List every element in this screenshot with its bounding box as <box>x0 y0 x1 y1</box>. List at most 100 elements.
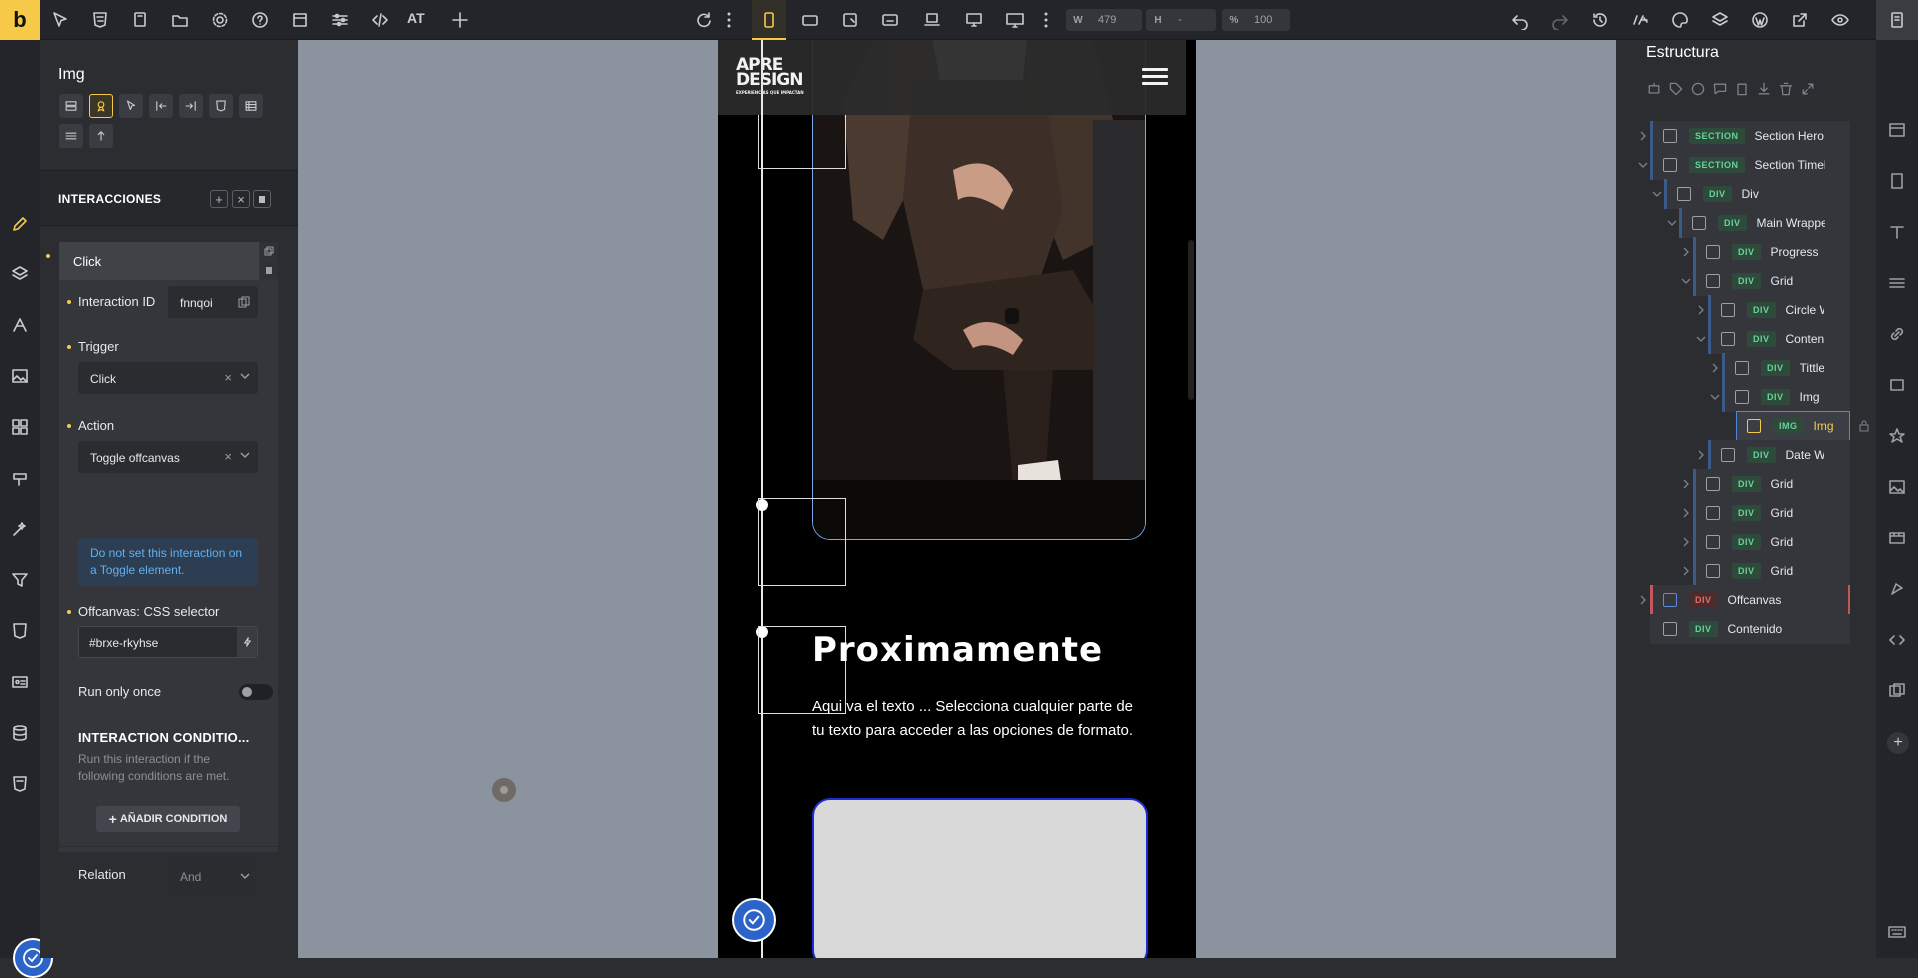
filter-icon[interactable] <box>8 568 32 592</box>
image-placeholder[interactable] <box>812 798 1148 958</box>
structure-node-offcanvas[interactable]: DIV Offcanvas <box>1650 585 1850 615</box>
refresh-icon[interactable] <box>694 10 714 30</box>
sliders-icon[interactable] <box>330 10 350 30</box>
structure-node-grid-4[interactable]: DIV Grid <box>1693 527 1850 557</box>
structure-node-section-timeline[interactable]: SECTION Section Timeline <box>1650 150 1850 180</box>
structure-node-main-wrapper[interactable]: DIV Main Wrapper <box>1679 208 1850 238</box>
chevron-right-icon[interactable] <box>1681 247 1691 257</box>
chevron-down-icon[interactable] <box>1638 160 1648 170</box>
zoom-field[interactable]: % 100 <box>1222 9 1290 31</box>
help-icon[interactable] <box>250 10 270 30</box>
chevron-down-icon[interactable] <box>1652 189 1662 199</box>
clear-icon[interactable]: × <box>224 449 232 464</box>
more-devices-icon[interactable] <box>1041 10 1051 30</box>
css-tab-icon[interactable] <box>209 94 233 118</box>
structure-node-circle-wrapper[interactable]: DIV Circle Wrapper <box>1708 295 1850 325</box>
interactions-tab-icon[interactable] <box>89 94 113 118</box>
settings-icon[interactable] <box>210 10 230 30</box>
copy-icon[interactable] <box>238 296 250 308</box>
section-heading[interactable]: Proximamente <box>812 630 1103 670</box>
run-once-toggle[interactable] <box>239 684 273 700</box>
structure-node-date-wrapper[interactable]: DIV Date Wrapper <box>1708 440 1850 470</box>
tag-icon[interactable] <box>1668 81 1684 97</box>
desktop-icon[interactable] <box>964 10 984 30</box>
preview-scroll-thumb[interactable] <box>1188 240 1194 400</box>
trash-icon[interactable] <box>253 190 271 208</box>
css-icon[interactable] <box>8 619 32 643</box>
database-icon[interactable] <box>8 721 32 745</box>
undo-icon[interactable] <box>1510 10 1530 30</box>
height-field[interactable]: H - <box>1146 9 1216 31</box>
link-element-icon[interactable] <box>1887 324 1907 344</box>
image-element-icon[interactable] <box>1887 477 1907 497</box>
text-element-icon[interactable] <box>1887 222 1907 242</box>
clipboard-icon[interactable] <box>1734 81 1750 97</box>
structure-node-progress[interactable]: DIV Progress <box>1693 237 1850 267</box>
interaction-name[interactable]: Click <box>59 242 259 280</box>
layers-icon[interactable] <box>1710 10 1730 30</box>
structure-node-content[interactable]: DIV Content <box>1708 324 1850 354</box>
action-select[interactable]: Toggle offcanvas × <box>78 441 258 473</box>
section-element-icon[interactable] <box>1887 120 1907 140</box>
align-left-icon[interactable] <box>149 94 173 118</box>
more-vertical-icon[interactable] <box>724 10 734 30</box>
structure-node-tittle[interactable]: DIV Tittle <box>1722 353 1850 383</box>
magic-wand-icon[interactable] <box>8 517 32 541</box>
paragraph-element-icon[interactable] <box>1887 273 1907 293</box>
chevron-right-icon[interactable] <box>1681 566 1691 576</box>
circle-wrapper-outline[interactable] <box>758 498 846 586</box>
structure-node-grid-3[interactable]: DIV Grid <box>1693 498 1850 528</box>
pages-icon[interactable] <box>130 10 150 30</box>
delete-interaction-icon[interactable] <box>260 261 278 279</box>
structure-node-img-selected[interactable]: IMG Img <box>1736 411 1850 441</box>
controls-tab-icon[interactable] <box>59 124 83 148</box>
accessibility-widget-icon[interactable] <box>732 898 776 942</box>
keyboard-icon[interactable] <box>1887 922 1907 942</box>
palette-icon[interactable] <box>1670 10 1690 30</box>
button-element-icon[interactable] <box>1887 375 1907 395</box>
bricks-logo[interactable]: b <box>0 0 40 40</box>
add-icon[interactable] <box>450 10 470 30</box>
help-circle-icon[interactable] <box>1690 81 1706 97</box>
edit-pencil-icon[interactable] <box>8 212 32 236</box>
mobile-portrait-icon[interactable] <box>759 10 779 30</box>
structure-node-contenido[interactable]: DIV Contenido <box>1650 614 1850 644</box>
comment-icon[interactable] <box>1712 81 1728 97</box>
contact-card-icon[interactable] <box>8 670 32 694</box>
selector-input[interactable]: #brxe-rkyhse <box>78 626 258 658</box>
image-icon[interactable] <box>8 364 32 388</box>
dynamic-data-icon[interactable] <box>237 627 257 657</box>
chevron-down-icon[interactable] <box>1667 218 1677 228</box>
brush-icon[interactable] <box>8 466 32 490</box>
robot-icon[interactable] <box>1646 81 1662 97</box>
expand-icon[interactable] <box>1800 81 1816 97</box>
layout-tab-icon[interactable] <box>59 94 83 118</box>
save-icon[interactable] <box>1887 10 1907 30</box>
cursor-icon[interactable] <box>50 10 70 30</box>
lock-icon[interactable] <box>1858 420 1870 432</box>
download-icon[interactable] <box>1756 81 1772 97</box>
chevron-right-icon[interactable] <box>1681 537 1691 547</box>
components-icon[interactable] <box>1887 681 1907 701</box>
chevron-right-icon[interactable] <box>1696 450 1706 460</box>
section-text[interactable]: Aqui va el texto ... Selecciona cualquie… <box>812 695 1142 743</box>
pointer-tab-icon[interactable] <box>119 94 143 118</box>
chevron-right-icon[interactable] <box>1696 305 1706 315</box>
video-element-icon[interactable] <box>1887 528 1907 548</box>
add-condition-button[interactable]: + AÑADIR CONDITION <box>96 806 240 832</box>
clear-icon[interactable]: × <box>224 370 232 385</box>
wordpress-icon[interactable] <box>1750 10 1770 30</box>
structure-node-div[interactable]: DIV Div <box>1664 179 1850 209</box>
star-icon[interactable] <box>1887 426 1907 446</box>
add-interaction-icon[interactable]: + <box>210 190 228 208</box>
html-icon[interactable] <box>8 772 32 796</box>
close-icon[interactable]: × <box>232 190 250 208</box>
code-icon[interactable] <box>370 10 390 30</box>
layout-icon[interactable] <box>290 10 310 30</box>
chevron-right-icon[interactable] <box>1638 595 1648 605</box>
trash-icon[interactable] <box>1778 81 1794 97</box>
grid-icon[interactable] <box>8 415 32 439</box>
preview-scrollbar[interactable] <box>1186 40 1196 958</box>
layers-rail-icon[interactable] <box>8 262 32 286</box>
chevron-down-icon[interactable] <box>1710 392 1720 402</box>
